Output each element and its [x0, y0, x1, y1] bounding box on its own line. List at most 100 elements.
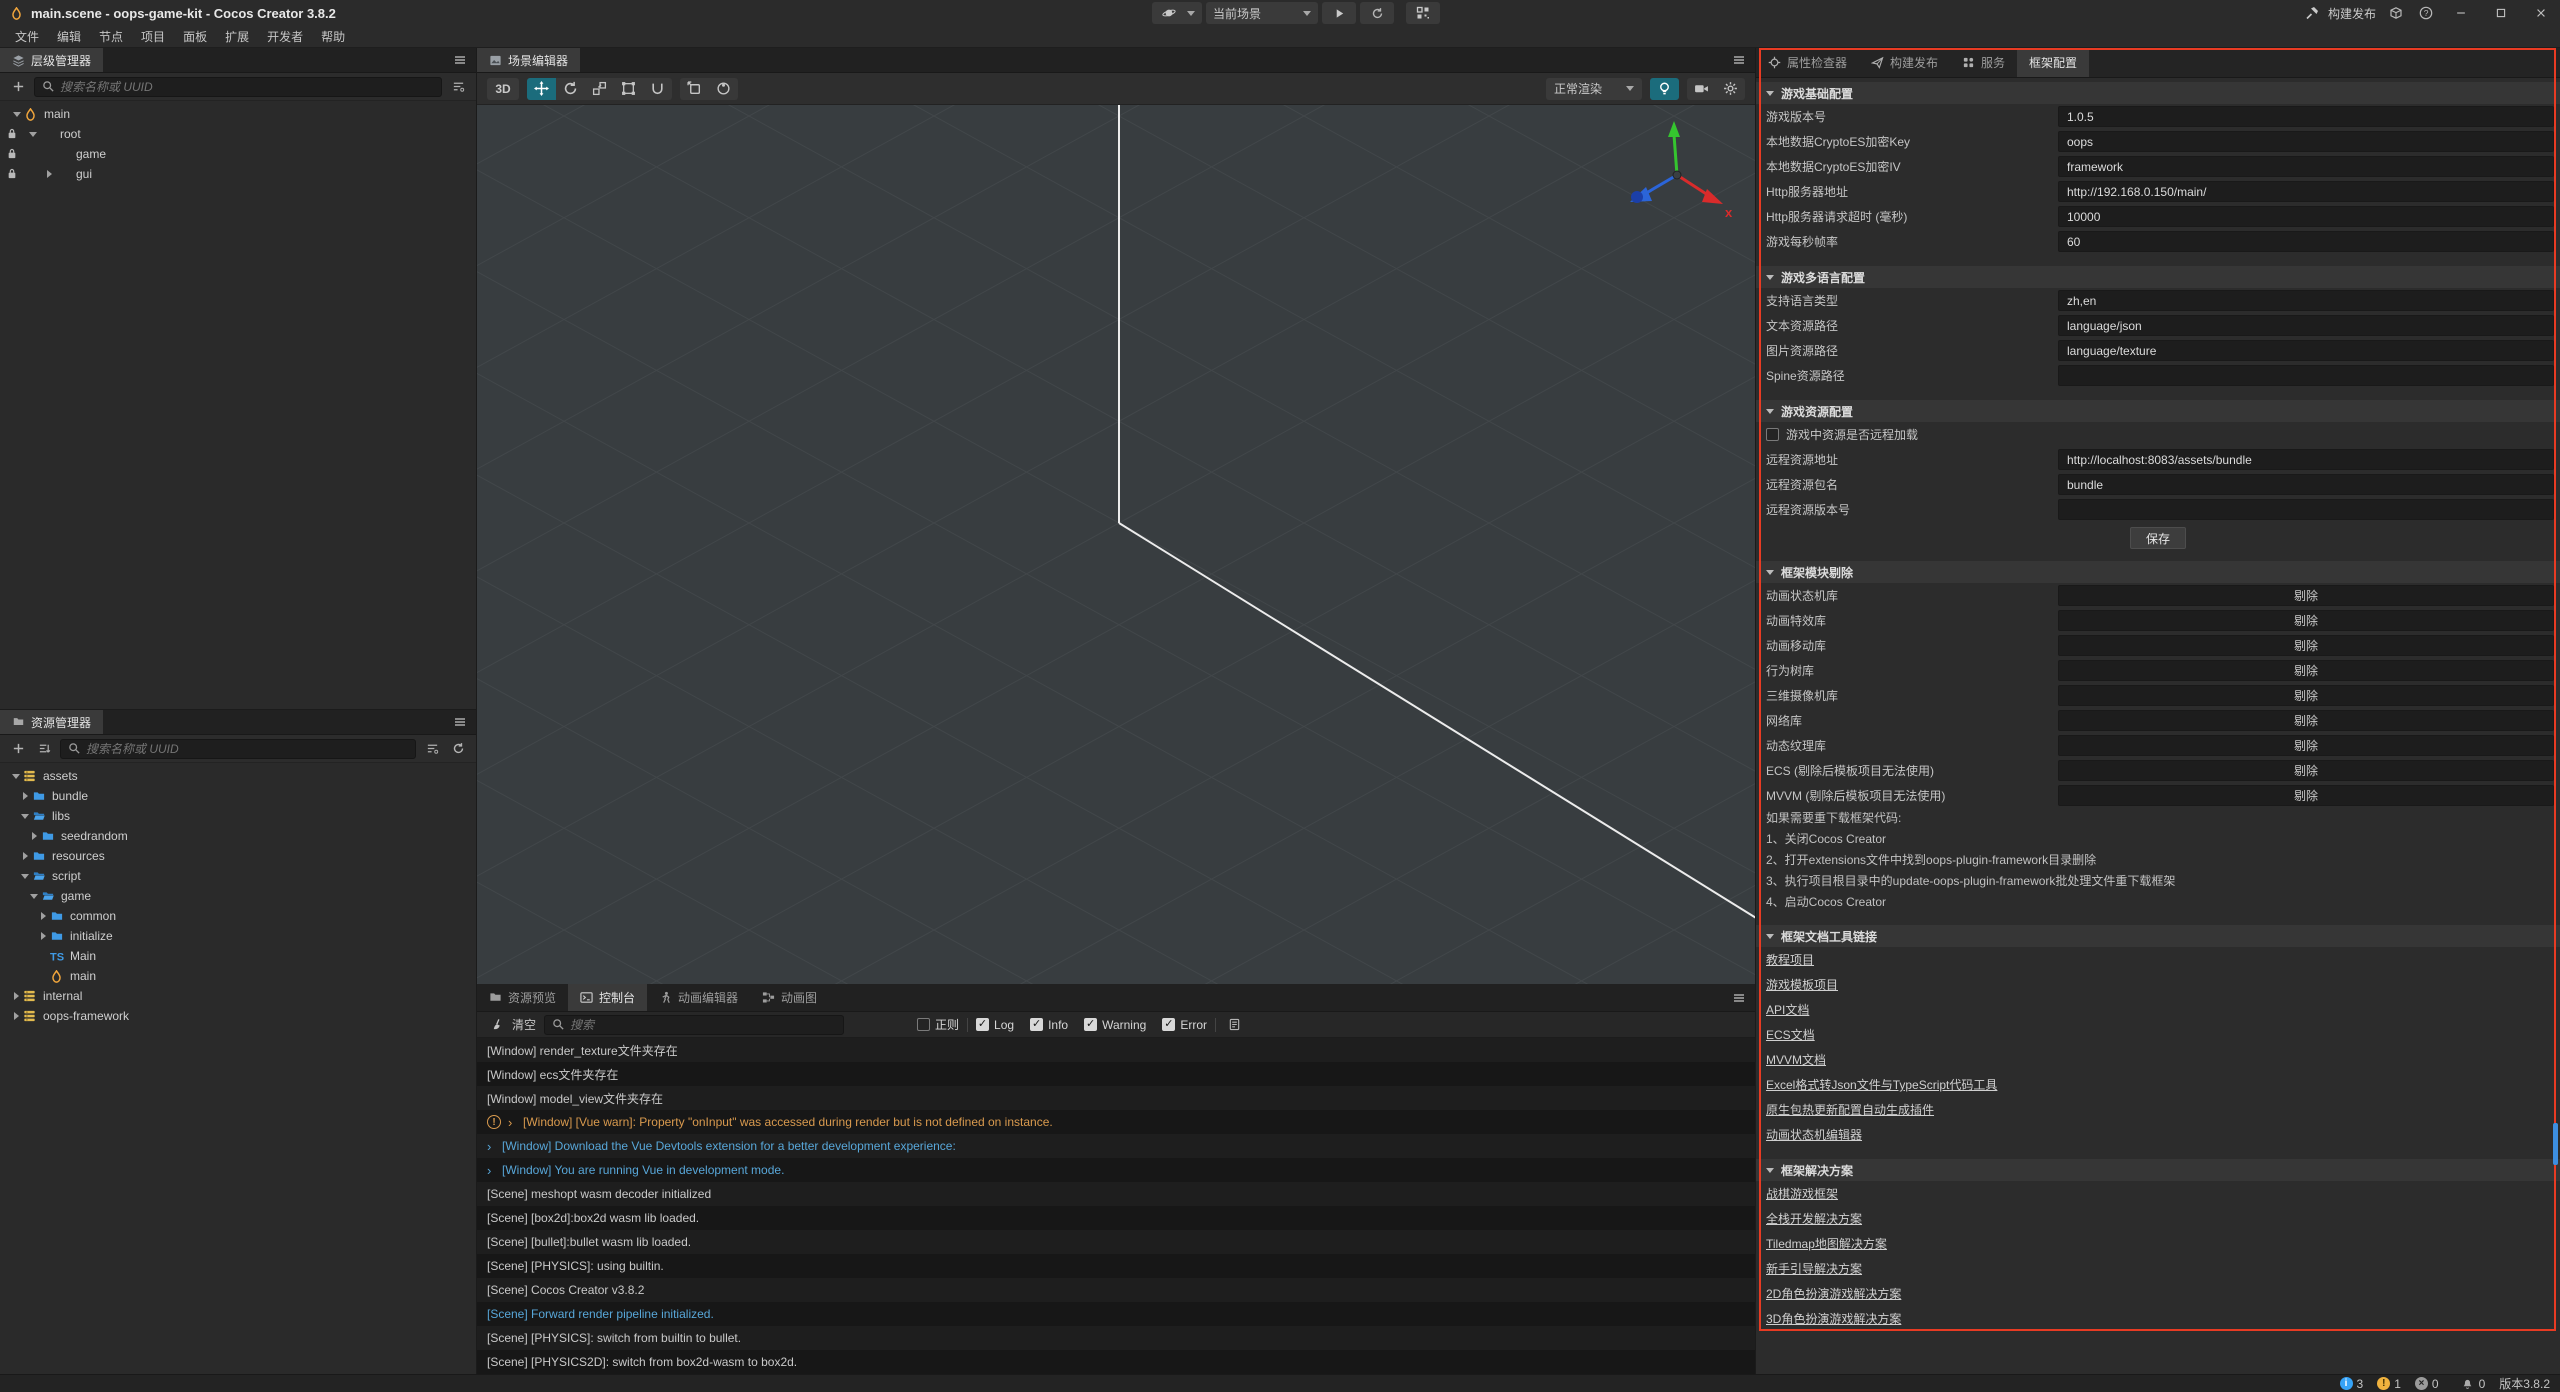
menu-文件[interactable]: 文件 — [6, 26, 48, 47]
preview-qr-button[interactable] — [1406, 2, 1440, 24]
status-warning-count[interactable]: ! 1 — [2377, 1377, 2401, 1391]
regex-checkbox-box[interactable] — [917, 1018, 930, 1031]
camera-button[interactable] — [1687, 78, 1716, 100]
assets-filter-icon[interactable] — [422, 739, 442, 759]
chevron-down-icon[interactable] — [26, 132, 40, 137]
remote-load-checkbox-row[interactable]: 游戏中资源是否远程加载 — [1756, 422, 2560, 447]
link-游戏模板项目[interactable]: 游戏模板项目 — [1756, 972, 2560, 997]
tab-hierarchy[interactable]: 层级管理器 — [0, 48, 103, 72]
expand-arrow-icon[interactable]: › — [508, 1115, 516, 1130]
checkbox-box[interactable]: ✓ — [1162, 1018, 1175, 1031]
remove-button-动画状态机库[interactable]: 剔除 — [2058, 585, 2554, 606]
section-header-游戏基础配置[interactable]: 游戏基础配置 — [1756, 82, 2560, 104]
tab-属性检查器[interactable]: 属性检查器 — [1756, 48, 1859, 77]
tree-item-main[interactable]: main — [0, 104, 476, 124]
save-button[interactable]: 保存 — [2130, 527, 2186, 549]
hierarchy-filter-icon[interactable] — [448, 77, 468, 97]
chevron-right-icon[interactable] — [18, 852, 32, 860]
rect-tool-button[interactable] — [614, 78, 643, 100]
tree-item-script[interactable]: script — [0, 866, 476, 886]
transform-tool-button[interactable] — [643, 78, 672, 100]
checkbox-box[interactable]: ✓ — [1030, 1018, 1043, 1031]
console-menu-icon[interactable] — [1723, 984, 1755, 1011]
link-原生包热更新配置自动生成插件[interactable]: 原生包热更新配置自动生成插件 — [1756, 1097, 2560, 1122]
status-error-count[interactable]: × 0 — [2415, 1377, 2439, 1391]
filter-log-checkbox[interactable]: ✓Log — [976, 1018, 1014, 1032]
help-icon[interactable]: ? — [2416, 3, 2436, 23]
tree-item-resources[interactable]: resources — [0, 846, 476, 866]
field-input-Http服务器请求超时 (毫秒)[interactable] — [2058, 206, 2554, 227]
remove-button-行为树库[interactable]: 剔除 — [2058, 660, 2554, 681]
menu-帮助[interactable]: 帮助 — [312, 26, 354, 47]
assets-refresh-icon[interactable] — [448, 739, 468, 759]
menu-编辑[interactable]: 编辑 — [48, 26, 90, 47]
chevron-down-icon[interactable] — [18, 874, 32, 879]
log-row[interactable]: ›[Window] You are running Vue in develop… — [477, 1158, 1755, 1182]
minimize-button[interactable] — [2446, 0, 2476, 26]
axis-gizmo[interactable]: x — [1617, 113, 1737, 233]
filter-error-checkbox[interactable]: ✓Error — [1162, 1018, 1207, 1032]
section-header-游戏资源配置[interactable]: 游戏资源配置 — [1756, 400, 2560, 422]
tab-scene-editor[interactable]: 场景编辑器 — [477, 48, 580, 72]
add-asset-button[interactable] — [8, 739, 28, 759]
log-row[interactable]: [Scene] [PHYSICS]: switch from builtin t… — [477, 1326, 1755, 1350]
link-Tiledmap地图解决方案[interactable]: Tiledmap地图解决方案 — [1756, 1231, 2560, 1256]
remove-button-网络库[interactable]: 剔除 — [2058, 710, 2554, 731]
tree-item-root[interactable]: root — [0, 124, 476, 144]
link-战棋游戏框架[interactable]: 战棋游戏框架 — [1756, 1181, 2560, 1206]
tree-item-main[interactable]: main — [0, 966, 476, 986]
chevron-down-icon[interactable] — [27, 894, 41, 899]
remove-button-动画特效库[interactable]: 剔除 — [2058, 610, 2554, 631]
field-input-游戏版本号[interactable] — [2058, 106, 2554, 127]
chevron-right-icon[interactable] — [9, 992, 23, 1000]
field-input-支持语言类型[interactable] — [2058, 290, 2554, 311]
log-row[interactable]: !›[Window] [Vue warn]: Property "onInput… — [477, 1110, 1755, 1134]
menu-项目[interactable]: 项目 — [132, 26, 174, 47]
section-header-框架模块剔除[interactable]: 框架模块剔除 — [1756, 561, 2560, 583]
log-row[interactable]: [Scene] Cocos Creator v3.8.2 — [477, 1278, 1755, 1302]
tree-item-gui[interactable]: gui — [0, 164, 476, 184]
tree-item-game[interactable]: game — [0, 144, 476, 164]
tab-动画编辑器[interactable]: 动画编辑器 — [647, 984, 750, 1011]
field-input-游戏每秒帧率[interactable] — [2058, 231, 2554, 252]
chevron-right-icon[interactable] — [36, 932, 50, 940]
link-MVVM文档[interactable]: MVVM文档 — [1756, 1047, 2560, 1072]
preview-target-button[interactable] — [1152, 2, 1202, 24]
scene-menu-icon[interactable] — [1723, 48, 1755, 72]
add-node-button[interactable] — [8, 77, 28, 97]
link-3D角色扮演游戏解决方案[interactable]: 3D角色扮演游戏解决方案 — [1756, 1306, 2560, 1331]
console-search[interactable] — [544, 1015, 844, 1035]
tree-item-oops-framework[interactable]: oops-framework — [0, 1006, 476, 1026]
scene-viewport[interactable]: x — [477, 105, 1755, 984]
tab-服务[interactable]: 服务 — [1950, 48, 2017, 77]
expand-arrow-icon[interactable]: › — [487, 1163, 495, 1178]
log-row[interactable]: [Window] render_texture文件夹存在 — [477, 1038, 1755, 1062]
hierarchy-search[interactable] — [34, 77, 442, 97]
log-row[interactable]: [Scene] Forward render pipeline initiali… — [477, 1302, 1755, 1326]
menu-节点[interactable]: 节点 — [90, 26, 132, 47]
checkbox-box[interactable]: ✓ — [1084, 1018, 1097, 1031]
hierarchy-search-input[interactable] — [60, 80, 435, 94]
move-tool-button[interactable] — [527, 78, 556, 100]
remove-button-ECS (剔除后模板项目无法使用)[interactable]: 剔除 — [2058, 760, 2554, 781]
field-input-图片资源路径[interactable] — [2058, 340, 2554, 361]
log-file-icon[interactable] — [1224, 1015, 1244, 1035]
tree-item-game[interactable]: game — [0, 886, 476, 906]
link-ECS文档[interactable]: ECS文档 — [1756, 1022, 2560, 1047]
tree-item-Main[interactable]: TSMain — [0, 946, 476, 966]
field-input-远程资源包名[interactable] — [2058, 474, 2554, 495]
section-header-游戏多语言配置[interactable]: 游戏多语言配置 — [1756, 266, 2560, 288]
chevron-right-icon[interactable] — [18, 792, 32, 800]
remove-button-MVVM (剔除后模板项目无法使用)[interactable]: 剔除 — [2058, 785, 2554, 806]
section-header-框架解决方案[interactable]: 框架解决方案 — [1756, 1159, 2560, 1181]
section-header-框架文档工具链接[interactable]: 框架文档工具链接 — [1756, 925, 2560, 947]
status-info-count[interactable]: i 3 — [2340, 1377, 2364, 1391]
field-input-Spine资源路径[interactable] — [2058, 365, 2554, 386]
link-全栈开发解决方案[interactable]: 全栈开发解决方案 — [1756, 1206, 2560, 1231]
tab-资源预览[interactable]: 资源预览 — [477, 984, 568, 1011]
link-API文档[interactable]: API文档 — [1756, 997, 2560, 1022]
console-search-input[interactable] — [570, 1018, 837, 1032]
status-notifications[interactable]: 0 — [2461, 1374, 2486, 1392]
expand-arrow-icon[interactable]: › — [487, 1139, 495, 1154]
lighting-toggle[interactable] — [1650, 78, 1679, 100]
